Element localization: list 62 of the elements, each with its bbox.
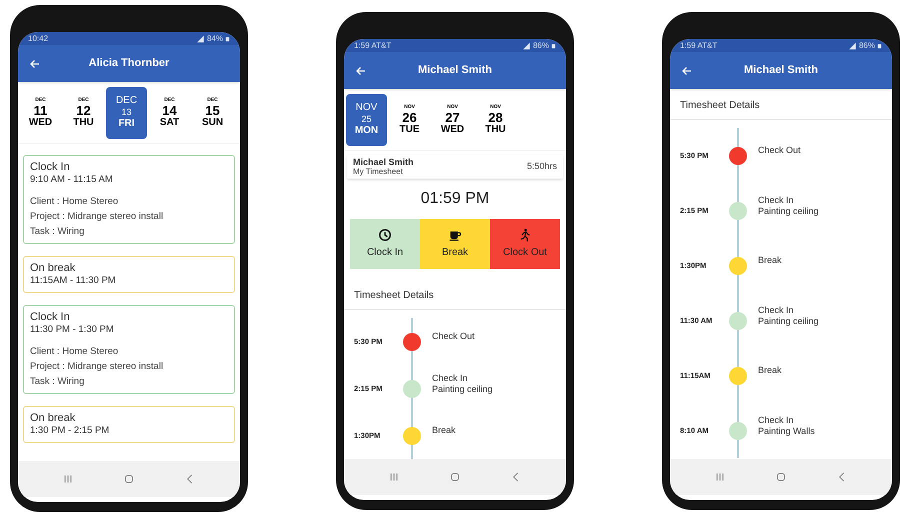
timesheet-label: My Timesheet [353, 166, 404, 176]
entry-title: On break [30, 262, 76, 275]
app-bar-title: Michael Smith [743, 63, 819, 78]
entry-detail: Task : Wiring [30, 375, 86, 388]
signal-icon [522, 42, 531, 50]
battery-icon [877, 42, 882, 50]
event-title: Check In [432, 372, 469, 384]
clock-icon [378, 228, 392, 242]
event-title: Check Out [432, 331, 476, 342]
entry-card[interactable]: Clock In 11:30 PM - 1:30 PM Client : Home Stereo Project : Midrange stereo install Task : Wiring [23, 305, 235, 394]
status-time: 10:42 [28, 32, 48, 44]
event-title: Check Out [758, 145, 802, 156]
entry-title: On break [30, 412, 76, 425]
signal-icon [848, 42, 857, 50]
action-button[interactable]: Clock In [350, 219, 420, 269]
event-title: Check In [758, 194, 795, 206]
event-title: Check In [758, 304, 795, 316]
entry-card[interactable]: On break 1:30 PM - 2:15 PM [23, 406, 235, 443]
total-hours: 5:50hrs [526, 160, 557, 173]
entry-time-range: 9:10 AM - 11:15 AM [30, 174, 114, 186]
event-title: Break [758, 255, 783, 266]
battery-icon [551, 42, 556, 50]
event-subtitle: Painting ceiling [758, 316, 820, 326]
battery-level: 84% [206, 32, 223, 44]
back-arrow-icon [681, 64, 693, 76]
battery-icon [225, 34, 230, 42]
entry-time-range: 11:30 PM - 1:30 PM [30, 324, 115, 336]
entry-detail: Task : Wiring [30, 225, 86, 238]
entry-detail: Client : Home Stereo [30, 195, 120, 208]
battery-level: 86% [532, 40, 549, 52]
app-bar-title: Alicia Thornber [88, 56, 170, 72]
entry-time-range: 11:15AM - 11:30 PM [30, 275, 117, 287]
signal-icon [196, 34, 205, 42]
event-title: Break [758, 365, 783, 376]
event-subtitle: Painting ceiling [432, 384, 494, 394]
event-subtitle: Painting Walls [758, 426, 816, 436]
action-button[interactable]: Clock Out [490, 219, 560, 269]
back-arrow-icon [355, 64, 367, 76]
status-time: 1:59 AT&T [354, 40, 392, 52]
entry-title: Clock In [30, 161, 71, 174]
entry-detail: Project : Midrange stereo install [30, 210, 164, 223]
current-time: 01:59 PM [420, 189, 490, 209]
employee-name: Michael Smith [353, 156, 414, 166]
entry-title: Clock In [30, 311, 71, 324]
date-tab[interactable]: DEC 13 FRI [106, 86, 147, 138]
event-title: Break [432, 425, 457, 436]
back-arrow-icon [29, 58, 41, 70]
event-title: Check In [758, 414, 795, 426]
app-bar-title: Michael Smith [417, 63, 493, 78]
entry-detail: Project : Midrange stereo install [30, 360, 164, 373]
entry-detail: Client : Home Stereo [30, 345, 120, 358]
section-title: Timesheet Details [680, 98, 760, 112]
event-subtitle: Painting ceiling [758, 206, 820, 216]
battery-level: 86% [858, 40, 875, 52]
status-time: 1:59 AT&T [680, 40, 718, 52]
walking-person-icon [518, 228, 532, 242]
entry-card[interactable]: On break 11:15AM - 11:30 PM [23, 256, 235, 293]
section-title: Timesheet Details [354, 288, 434, 302]
date-tab[interactable]: NOV 25 MON [346, 94, 387, 146]
entry-card[interactable]: Clock In 9:10 AM - 11:15 AM Client : Home Stereo Project : Midrange stereo install Task : Wiring [23, 155, 235, 244]
entry-time-range: 1:30 PM - 2:15 PM [30, 425, 110, 437]
action-button[interactable]: Break [420, 219, 490, 269]
